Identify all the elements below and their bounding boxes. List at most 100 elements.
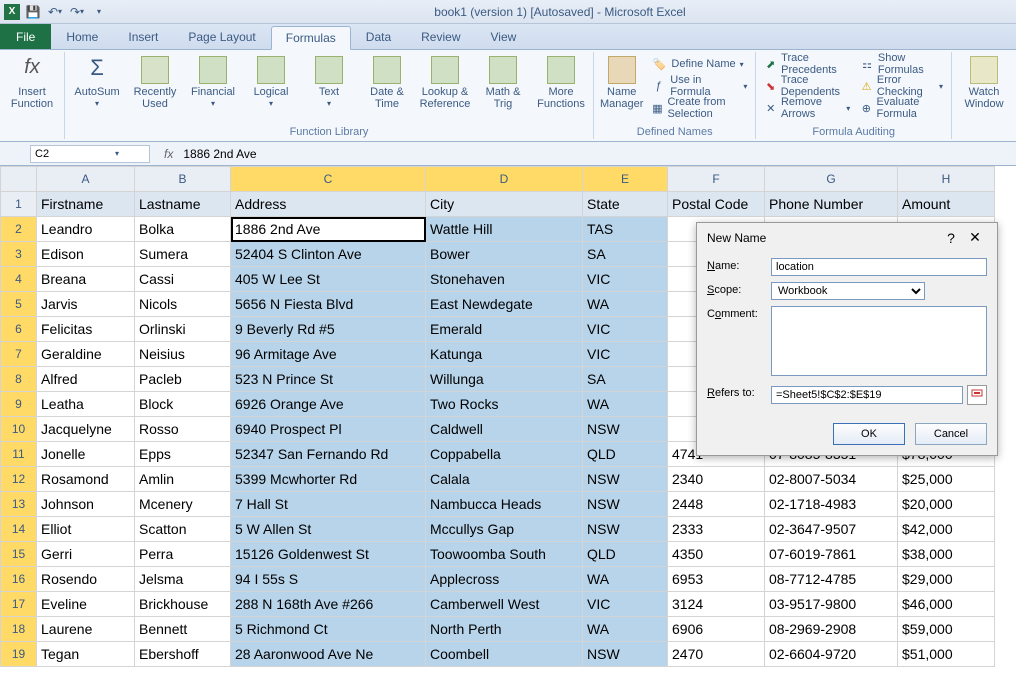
cell[interactable]: Wattle Hill: [426, 217, 583, 242]
tab-view[interactable]: View: [476, 25, 532, 49]
cell[interactable]: Laurene: [37, 617, 135, 642]
cell[interactable]: Caldwell: [426, 417, 583, 442]
cell[interactable]: 02-8007-5034: [765, 467, 898, 492]
cell[interactable]: Jonelle: [37, 442, 135, 467]
cell[interactable]: 5656 N Fiesta Blvd: [231, 292, 426, 317]
cell[interactable]: $42,000: [898, 517, 995, 542]
cell[interactable]: Calala: [426, 467, 583, 492]
name-box[interactable]: ▾: [30, 145, 150, 163]
header-cell[interactable]: Address: [231, 192, 426, 217]
tab-review[interactable]: Review: [406, 25, 475, 49]
name-box-input[interactable]: [35, 148, 115, 160]
refers-input[interactable]: [771, 386, 963, 404]
cell[interactable]: Scatton: [135, 517, 231, 542]
trace-precedents-button[interactable]: ⬈Trace Precedents: [762, 54, 852, 74]
cell[interactable]: 52347 San Fernando Rd: [231, 442, 426, 467]
cell[interactable]: Nambucca Heads: [426, 492, 583, 517]
col-header-A[interactable]: A: [37, 167, 135, 192]
cell[interactable]: 2340: [668, 467, 765, 492]
cell[interactable]: 08-2969-2908: [765, 617, 898, 642]
cell[interactable]: Camberwell West: [426, 592, 583, 617]
row-header-8[interactable]: 8: [1, 367, 37, 392]
cell[interactable]: Eveline: [37, 592, 135, 617]
cell[interactable]: 2333: [668, 517, 765, 542]
error-checking-button[interactable]: ⚠Error Checking ▾: [858, 76, 945, 96]
cell[interactable]: Amlin: [135, 467, 231, 492]
cell[interactable]: SA: [583, 367, 668, 392]
cell[interactable]: 5 Richmond Ct: [231, 617, 426, 642]
header-cell[interactable]: Firstname: [37, 192, 135, 217]
row-header-9[interactable]: 9: [1, 392, 37, 417]
redo-icon[interactable]: ↷▾: [68, 3, 86, 21]
cell[interactable]: Ebershoff: [135, 642, 231, 667]
header-cell[interactable]: State: [583, 192, 668, 217]
cell[interactable]: WA: [583, 567, 668, 592]
cell[interactable]: 9 Beverly Rd #5: [231, 317, 426, 342]
row-header-15[interactable]: 15: [1, 542, 37, 567]
cell[interactable]: Bower: [426, 242, 583, 267]
cell[interactable]: 02-3647-9507: [765, 517, 898, 542]
name-manager-button[interactable]: Name Manager: [600, 52, 643, 110]
logical-button[interactable]: Logical▾: [245, 52, 297, 109]
tab-formulas[interactable]: Formulas: [271, 26, 351, 50]
row-header-6[interactable]: 6: [1, 317, 37, 342]
col-header-E[interactable]: E: [583, 167, 668, 192]
financial-button[interactable]: Financial▾: [187, 52, 239, 109]
cell[interactable]: 6926 Orange Ave: [231, 392, 426, 417]
row-header-1[interactable]: 1: [1, 192, 37, 217]
cell[interactable]: VIC: [583, 317, 668, 342]
cell[interactable]: Jacquelyne: [37, 417, 135, 442]
row-header-4[interactable]: 4: [1, 267, 37, 292]
autosum-button[interactable]: ΣAutoSum▾: [71, 52, 123, 109]
cell[interactable]: TAS: [583, 217, 668, 242]
use-in-formula-button[interactable]: ƒUse in Formula ▾: [649, 76, 749, 96]
cell[interactable]: Pacleb: [135, 367, 231, 392]
cell[interactable]: 6953: [668, 567, 765, 592]
cell[interactable]: VIC: [583, 592, 668, 617]
row-header-2[interactable]: 2: [1, 217, 37, 242]
cell[interactable]: Orlinski: [135, 317, 231, 342]
header-cell[interactable]: City: [426, 192, 583, 217]
row-header-16[interactable]: 16: [1, 567, 37, 592]
cell[interactable]: Leatha: [37, 392, 135, 417]
col-header-H[interactable]: H: [898, 167, 995, 192]
cell[interactable]: 96 Armitage Ave: [231, 342, 426, 367]
cell[interactable]: $20,000: [898, 492, 995, 517]
tab-home[interactable]: Home: [51, 25, 113, 49]
dialog-help-button[interactable]: ?: [939, 230, 963, 246]
cell[interactable]: 3124: [668, 592, 765, 617]
cell[interactable]: 15126 Goldenwest St: [231, 542, 426, 567]
cell[interactable]: 405 W Lee St: [231, 267, 426, 292]
cell[interactable]: Emerald: [426, 317, 583, 342]
formula-input[interactable]: [179, 147, 1016, 161]
cell[interactable]: VIC: [583, 342, 668, 367]
cell[interactable]: Applecross: [426, 567, 583, 592]
cell[interactable]: $51,000: [898, 642, 995, 667]
row-header-3[interactable]: 3: [1, 242, 37, 267]
cell[interactable]: 52404 S Clinton Ave: [231, 242, 426, 267]
cell[interactable]: Breana: [37, 267, 135, 292]
file-tab[interactable]: File: [0, 24, 51, 49]
cell[interactable]: Felicitas: [37, 317, 135, 342]
cell[interactable]: Mccullys Gap: [426, 517, 583, 542]
cell[interactable]: 2470: [668, 642, 765, 667]
cell[interactable]: Two Rocks: [426, 392, 583, 417]
math-button[interactable]: Math & Trig: [477, 52, 529, 110]
cell[interactable]: Johnson: [37, 492, 135, 517]
cell[interactable]: 28 Aaronwood Ave Ne: [231, 642, 426, 667]
cell[interactable]: Rosso: [135, 417, 231, 442]
row-header-17[interactable]: 17: [1, 592, 37, 617]
cell[interactable]: NSW: [583, 517, 668, 542]
cell[interactable]: NSW: [583, 417, 668, 442]
cell[interactable]: Willunga: [426, 367, 583, 392]
cell[interactable]: Perra: [135, 542, 231, 567]
header-cell[interactable]: Lastname: [135, 192, 231, 217]
cell[interactable]: Bennett: [135, 617, 231, 642]
cancel-button[interactable]: Cancel: [915, 423, 987, 445]
tab-page-layout[interactable]: Page Layout: [173, 25, 270, 49]
evaluate-formula-button[interactable]: ⊕Evaluate Formula: [858, 98, 945, 118]
scope-select[interactable]: Workbook: [771, 282, 925, 300]
cell[interactable]: NSW: [583, 467, 668, 492]
row-header-7[interactable]: 7: [1, 342, 37, 367]
cell[interactable]: Epps: [135, 442, 231, 467]
